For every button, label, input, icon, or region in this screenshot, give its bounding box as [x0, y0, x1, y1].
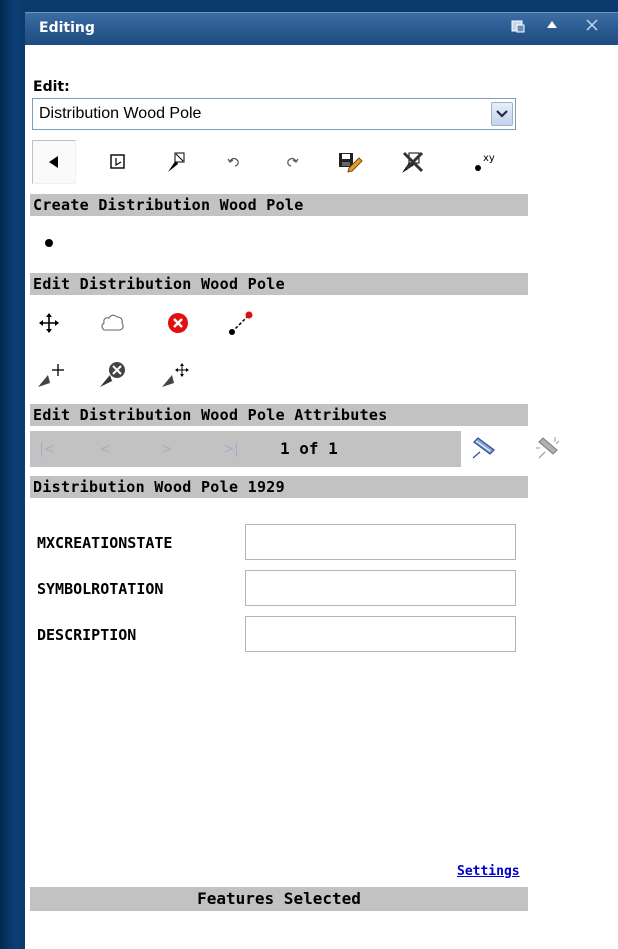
move-vertex-icon[interactable]	[160, 361, 190, 389]
edit-label: Edit:	[33, 79, 70, 95]
edit-toolbar: xy	[32, 140, 528, 184]
edit-section-header: Edit Distribution Wood Pole	[30, 273, 528, 295]
select-box-icon[interactable]	[98, 142, 138, 182]
zoom-to-feature-icon[interactable]	[470, 436, 498, 462]
svg-text:xy: xy	[483, 153, 495, 164]
clear-selection-icon[interactable]	[156, 142, 196, 182]
delete-selected-icon[interactable]	[392, 142, 432, 182]
panel-title: Editing	[39, 20, 95, 36]
last-record-button[interactable]: >|	[216, 431, 246, 467]
flash-feature-icon[interactable]	[533, 434, 563, 464]
field-label-symbolrotation: SYMBOLROTATION	[37, 580, 164, 598]
panel-title-bar[interactable]: Editing	[25, 12, 618, 45]
save-edits-icon[interactable]	[330, 142, 370, 182]
add-xy-icon[interactable]: xy	[464, 142, 504, 182]
delete-vertex-icon[interactable]	[98, 359, 128, 389]
features-selected-header: Features Selected	[30, 887, 528, 911]
select-arrow-icon[interactable]	[32, 140, 76, 184]
dock-icon[interactable]	[509, 19, 527, 37]
collapse-icon[interactable]	[543, 19, 561, 37]
split-line-icon[interactable]	[227, 309, 255, 337]
close-icon[interactable]	[583, 19, 601, 37]
chevron-down-icon[interactable]	[491, 102, 513, 126]
field-input-description[interactable]	[245, 616, 516, 652]
field-label-description: DESCRIPTION	[37, 626, 137, 644]
field-input-mxcreationstate[interactable]	[245, 524, 516, 560]
redo-icon[interactable]	[272, 142, 312, 182]
feature-title-header: Distribution Wood Pole 1929	[30, 476, 528, 498]
undo-icon[interactable]	[214, 142, 254, 182]
settings-link[interactable]: Settings	[457, 864, 520, 879]
attributes-section-header: Edit Distribution Wood Pole Attributes	[30, 404, 528, 426]
add-vertex-icon[interactable]	[36, 361, 66, 389]
first-record-button[interactable]: |<	[32, 431, 62, 467]
previous-record-button[interactable]: <	[90, 431, 120, 467]
layer-select-value: Distribution Wood Pole	[39, 105, 202, 122]
field-input-symbolrotation[interactable]	[245, 570, 516, 606]
record-count: 1 of 1	[280, 439, 338, 458]
layer-select[interactable]: Distribution Wood Pole	[32, 98, 516, 130]
field-label-mxcreationstate: MXCREATIONSTATE	[37, 534, 173, 552]
next-record-button[interactable]: >	[152, 431, 182, 467]
create-section-header: Create Distribution Wood Pole	[30, 194, 528, 216]
record-pager: |< < > >| 1 of 1	[30, 431, 461, 467]
delete-feature-icon[interactable]	[166, 311, 190, 335]
move-icon[interactable]	[37, 311, 61, 335]
point-icon[interactable]	[41, 232, 61, 252]
edit-vertices-icon[interactable]	[98, 311, 128, 337]
